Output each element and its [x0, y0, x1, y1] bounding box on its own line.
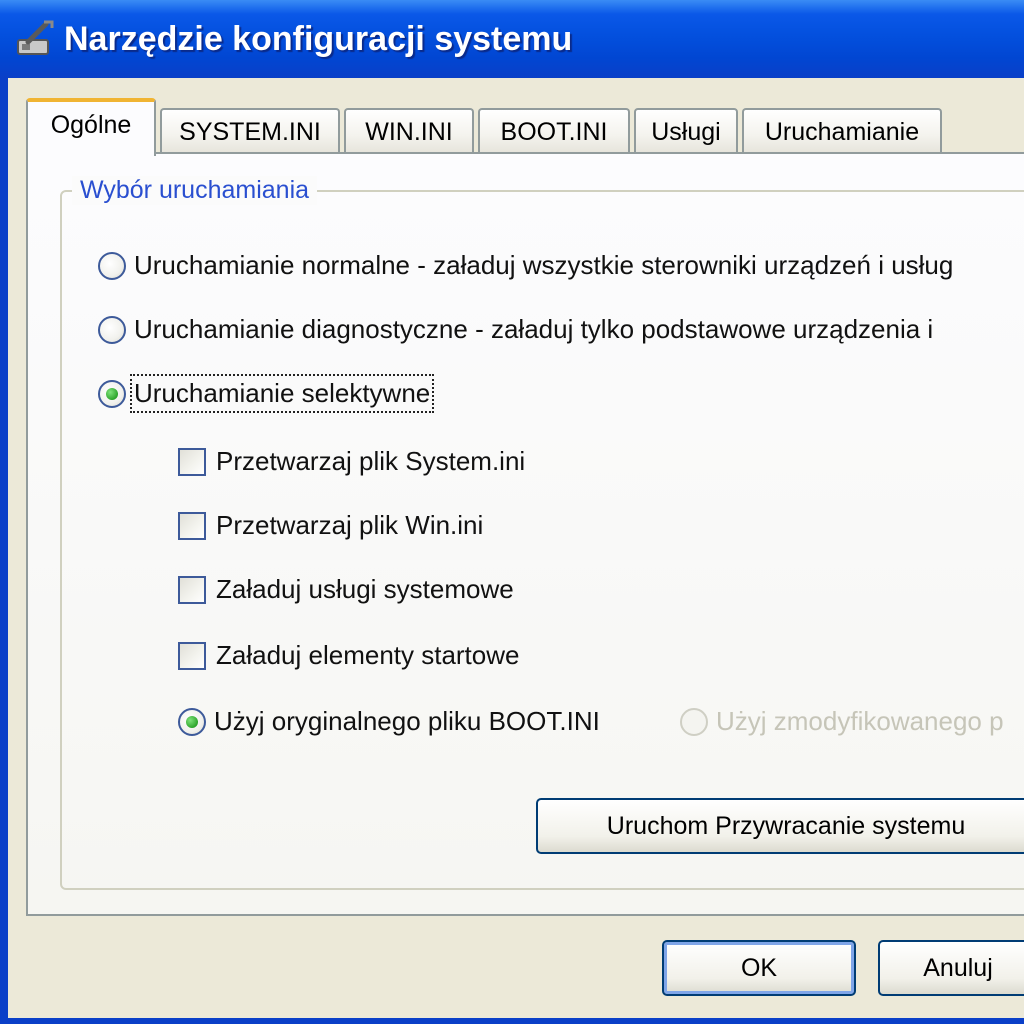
window-title: Narzędzie konfiguracji systemu	[64, 20, 573, 58]
load-system-services-option[interactable]: Załaduj usługi systemowe	[178, 574, 514, 605]
modified-boot-ini-option: Użyj zmodyfikowanego p	[680, 706, 1004, 737]
selective-startup-radio[interactable]	[98, 379, 126, 408]
process-system-ini-label: Przetwarzaj plik System.ini	[216, 446, 526, 476]
normal-startup-radio[interactable]	[98, 251, 126, 280]
general-tab-page: Wybór uruchamiania Uruchamianie normalne…	[26, 152, 1024, 916]
original-boot-ini-label: Użyj oryginalnego pliku BOOT.INI	[214, 706, 600, 736]
load-startup-items-option[interactable]: Załaduj elementy startowe	[178, 640, 519, 671]
dialog-client-area: Ogólne SYSTEM.INI WIN.INI BOOT.INI Usług…	[8, 78, 1024, 1018]
normal-startup-option[interactable]: Uruchamianie normalne - załaduj wszystki…	[98, 250, 953, 281]
process-win-ini-checkbox[interactable]	[178, 511, 206, 540]
diagnostic-startup-radio[interactable]	[98, 315, 126, 344]
modified-boot-ini-label: Użyj zmodyfikowanego p	[716, 706, 1004, 736]
msconfig-wrench-icon	[17, 20, 54, 55]
process-system-ini-option[interactable]: Przetwarzaj plik System.ini	[178, 446, 525, 477]
tab-system-ini[interactable]: SYSTEM.INI	[160, 108, 340, 152]
original-boot-ini-option[interactable]: Użyj oryginalnego pliku BOOT.INI	[178, 706, 600, 737]
tab-startup[interactable]: Uruchamianie	[742, 108, 942, 152]
process-win-ini-option[interactable]: Przetwarzaj plik Win.ini	[178, 510, 483, 541]
process-win-ini-label: Przetwarzaj plik Win.ini	[216, 510, 484, 540]
load-startup-items-checkbox[interactable]	[178, 641, 206, 670]
selective-startup-option[interactable]: Uruchamianie selektywne	[98, 374, 435, 413]
tab-general[interactable]: Ogólne	[26, 98, 156, 156]
selective-startup-label: Uruchamianie selektywne	[129, 374, 435, 413]
normal-startup-label: Uruchamianie normalne - załaduj wszystki…	[134, 250, 954, 280]
load-startup-items-label: Załaduj elementy startowe	[216, 640, 520, 670]
tab-win-ini[interactable]: WIN.INI	[344, 108, 474, 152]
cancel-button[interactable]: Anuluj	[878, 940, 1024, 996]
tab-strip: Ogólne SYSTEM.INI WIN.INI BOOT.INI Usług…	[26, 96, 1024, 156]
diagnostic-startup-label: Uruchamianie diagnostyczne - załaduj tyl…	[134, 314, 934, 344]
ok-button[interactable]: OK	[662, 940, 856, 996]
load-system-services-checkbox[interactable]	[178, 575, 206, 604]
process-system-ini-checkbox[interactable]	[178, 447, 206, 476]
original-boot-ini-radio[interactable]	[178, 707, 206, 736]
tab-boot-ini[interactable]: BOOT.INI	[478, 108, 630, 152]
msconfig-window: Narzędzie konfiguracji systemu Ogólne SY…	[0, 0, 1024, 1024]
startup-selection-label: Wybór uruchamiania	[72, 176, 318, 205]
launch-system-restore-button[interactable]: Uruchom Przywracanie systemu	[536, 798, 1024, 854]
tab-services[interactable]: Usługi	[634, 108, 738, 152]
load-system-services-label: Załaduj usługi systemowe	[216, 574, 514, 604]
title-bar[interactable]: Narzędzie konfiguracji systemu	[0, 0, 1024, 78]
diagnostic-startup-option[interactable]: Uruchamianie diagnostyczne - załaduj tyl…	[98, 314, 933, 345]
modified-boot-ini-radio	[680, 707, 708, 736]
